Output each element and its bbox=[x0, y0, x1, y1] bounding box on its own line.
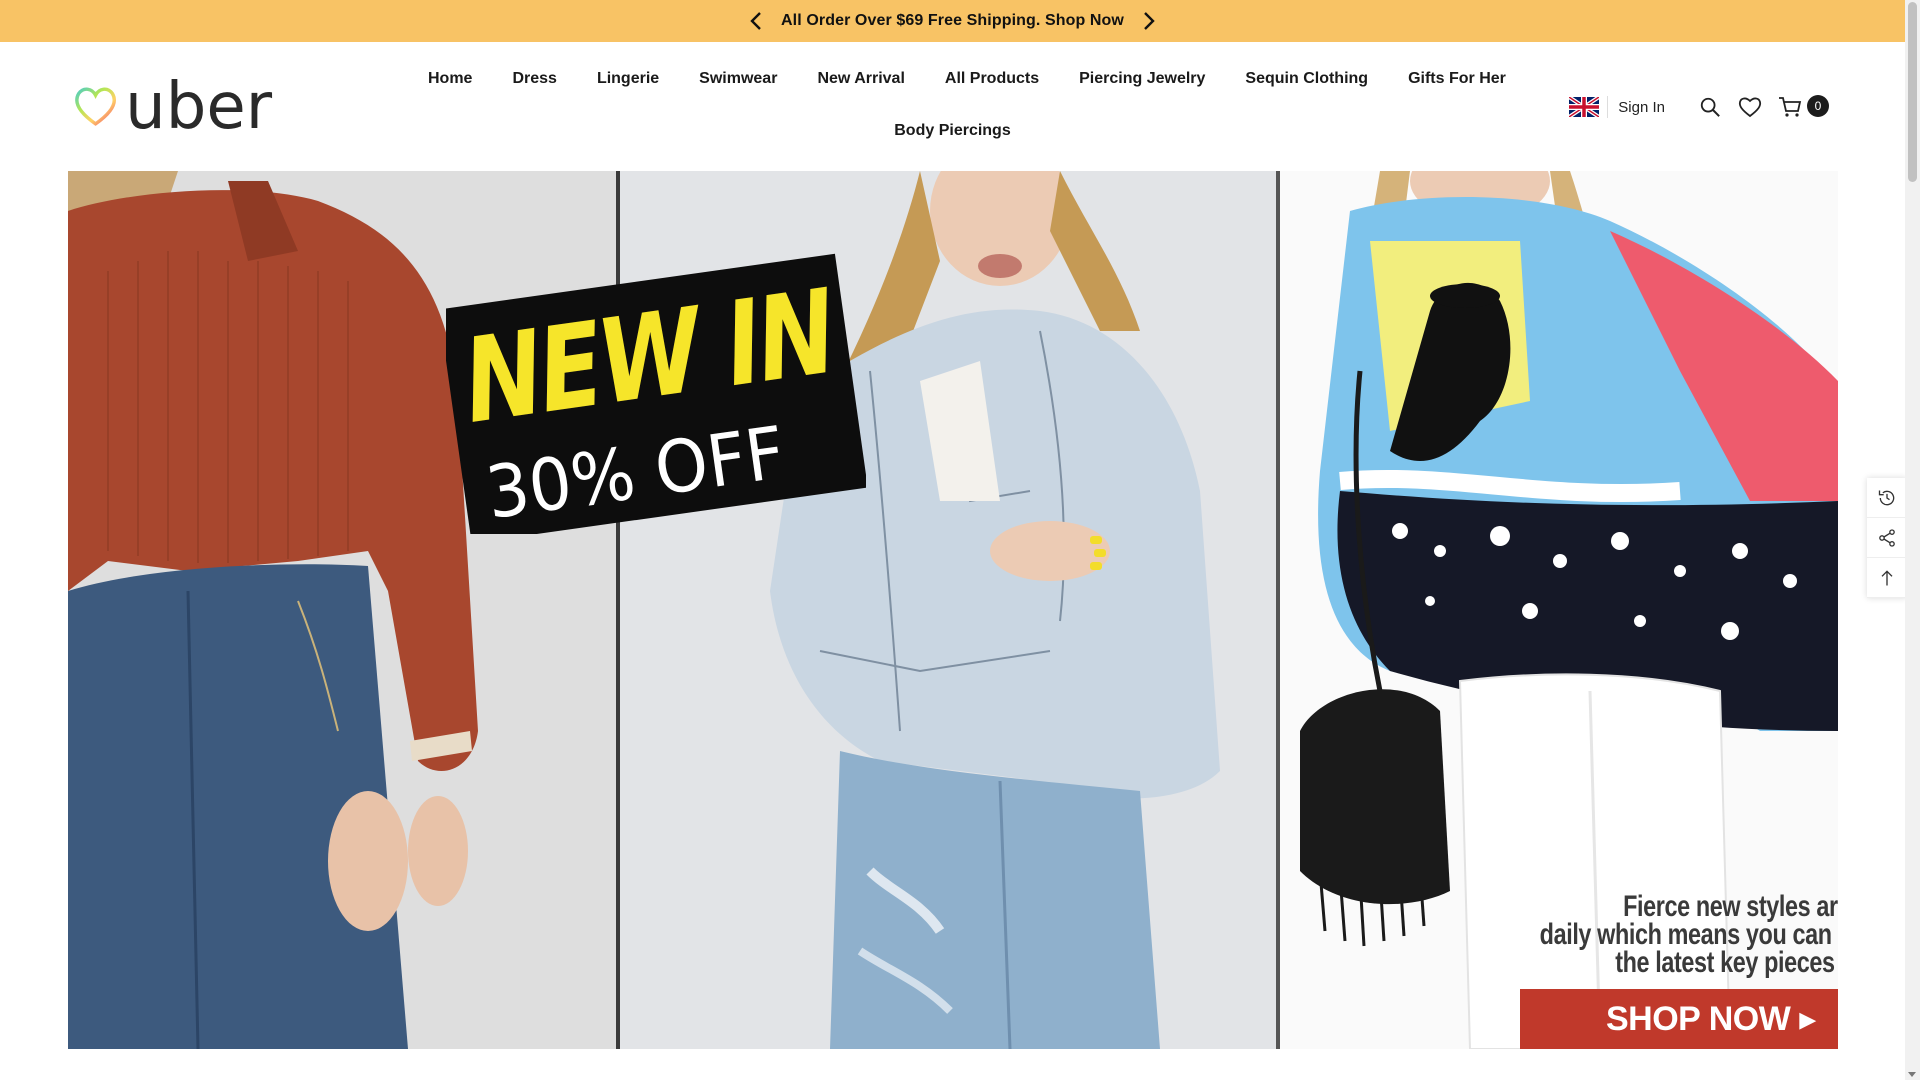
announcement-bar: All Order Over $69 Free Shipping. Shop N… bbox=[0, 0, 1905, 42]
uk-flag-icon[interactable] bbox=[1569, 97, 1600, 117]
nav-item-lingerie[interactable]: Lingerie bbox=[597, 70, 659, 88]
nav-item-dress[interactable]: Dress bbox=[512, 70, 556, 88]
announcement-text[interactable]: All Order Over $69 Free Shipping. Shop N… bbox=[781, 12, 1124, 30]
sign-in-link[interactable]: Sign In bbox=[1618, 99, 1665, 116]
heart-icon[interactable] bbox=[1737, 94, 1763, 120]
nav-item-body-piercings[interactable]: Body Piercings bbox=[894, 122, 1010, 140]
hero-banner[interactable]: NEW IN 30% OFF Fierce new styles are ad … bbox=[68, 171, 1838, 1049]
chevron-left-icon[interactable] bbox=[745, 10, 767, 32]
promo-line-2: daily which means you can pick bbox=[1539, 918, 1838, 951]
main-nav: Home Dress Lingerie Swimwear New Arrival… bbox=[428, 70, 1546, 88]
nav-item-all-products[interactable]: All Products bbox=[945, 70, 1039, 88]
scroll-down-arrow-icon[interactable] bbox=[1908, 1072, 1916, 1077]
page-scrollbar[interactable] bbox=[1905, 0, 1920, 1080]
share-icon[interactable] bbox=[1867, 518, 1907, 558]
floating-side-toolbar bbox=[1867, 478, 1907, 598]
history-icon[interactable] bbox=[1867, 478, 1907, 518]
arrow-up-icon[interactable] bbox=[1867, 558, 1907, 598]
cart-count-badge: 0 bbox=[1807, 95, 1829, 117]
site-header: uber Home Dress Lingerie Swimwear New Ar… bbox=[0, 42, 1905, 172]
promo-copy: Fierce new styles are ad daily which mea… bbox=[1446, 890, 1838, 979]
search-icon[interactable] bbox=[1697, 94, 1723, 120]
nav-item-new-arrival[interactable]: New Arrival bbox=[817, 70, 904, 88]
chevron-right-icon[interactable] bbox=[1138, 10, 1160, 32]
cart-icon[interactable]: 0 bbox=[1777, 94, 1829, 120]
nav-item-sequin-clothing[interactable]: Sequin Clothing bbox=[1245, 70, 1368, 88]
shop-now-button[interactable]: SHOP NOW ▸ bbox=[1520, 989, 1838, 1049]
promo-line-3: the latest key pieces for i bbox=[1615, 946, 1838, 979]
nav-item-gifts-for-her[interactable]: Gifts For Her bbox=[1408, 70, 1506, 88]
nav-item-piercing-jewelry[interactable]: Piercing Jewelry bbox=[1079, 70, 1205, 88]
divider bbox=[1607, 96, 1609, 118]
nav-item-swimwear[interactable]: Swimwear bbox=[699, 70, 777, 88]
new-in-promo-badge: NEW IN 30% OFF bbox=[446, 253, 866, 534]
header-tools: Sign In 0 bbox=[1569, 92, 1829, 122]
main-nav-row2: Body Piercings bbox=[0, 122, 1905, 140]
scrollbar-thumb[interactable] bbox=[1908, 2, 1917, 182]
nav-item-home[interactable]: Home bbox=[428, 70, 472, 88]
promo-line-1: Fierce new styles are ad bbox=[1623, 890, 1838, 923]
